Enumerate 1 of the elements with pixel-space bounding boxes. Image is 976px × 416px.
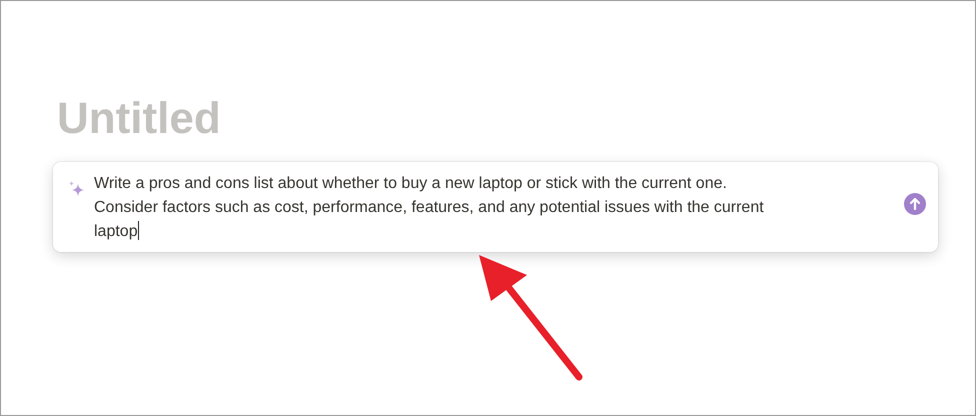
prompt-input-field[interactable]: Write a pros and cons list about whether to buy a new laptop or stick with the current one. Consider factors such as cost, performance, features, and any potential issues with the current laptop [94,172,786,244]
